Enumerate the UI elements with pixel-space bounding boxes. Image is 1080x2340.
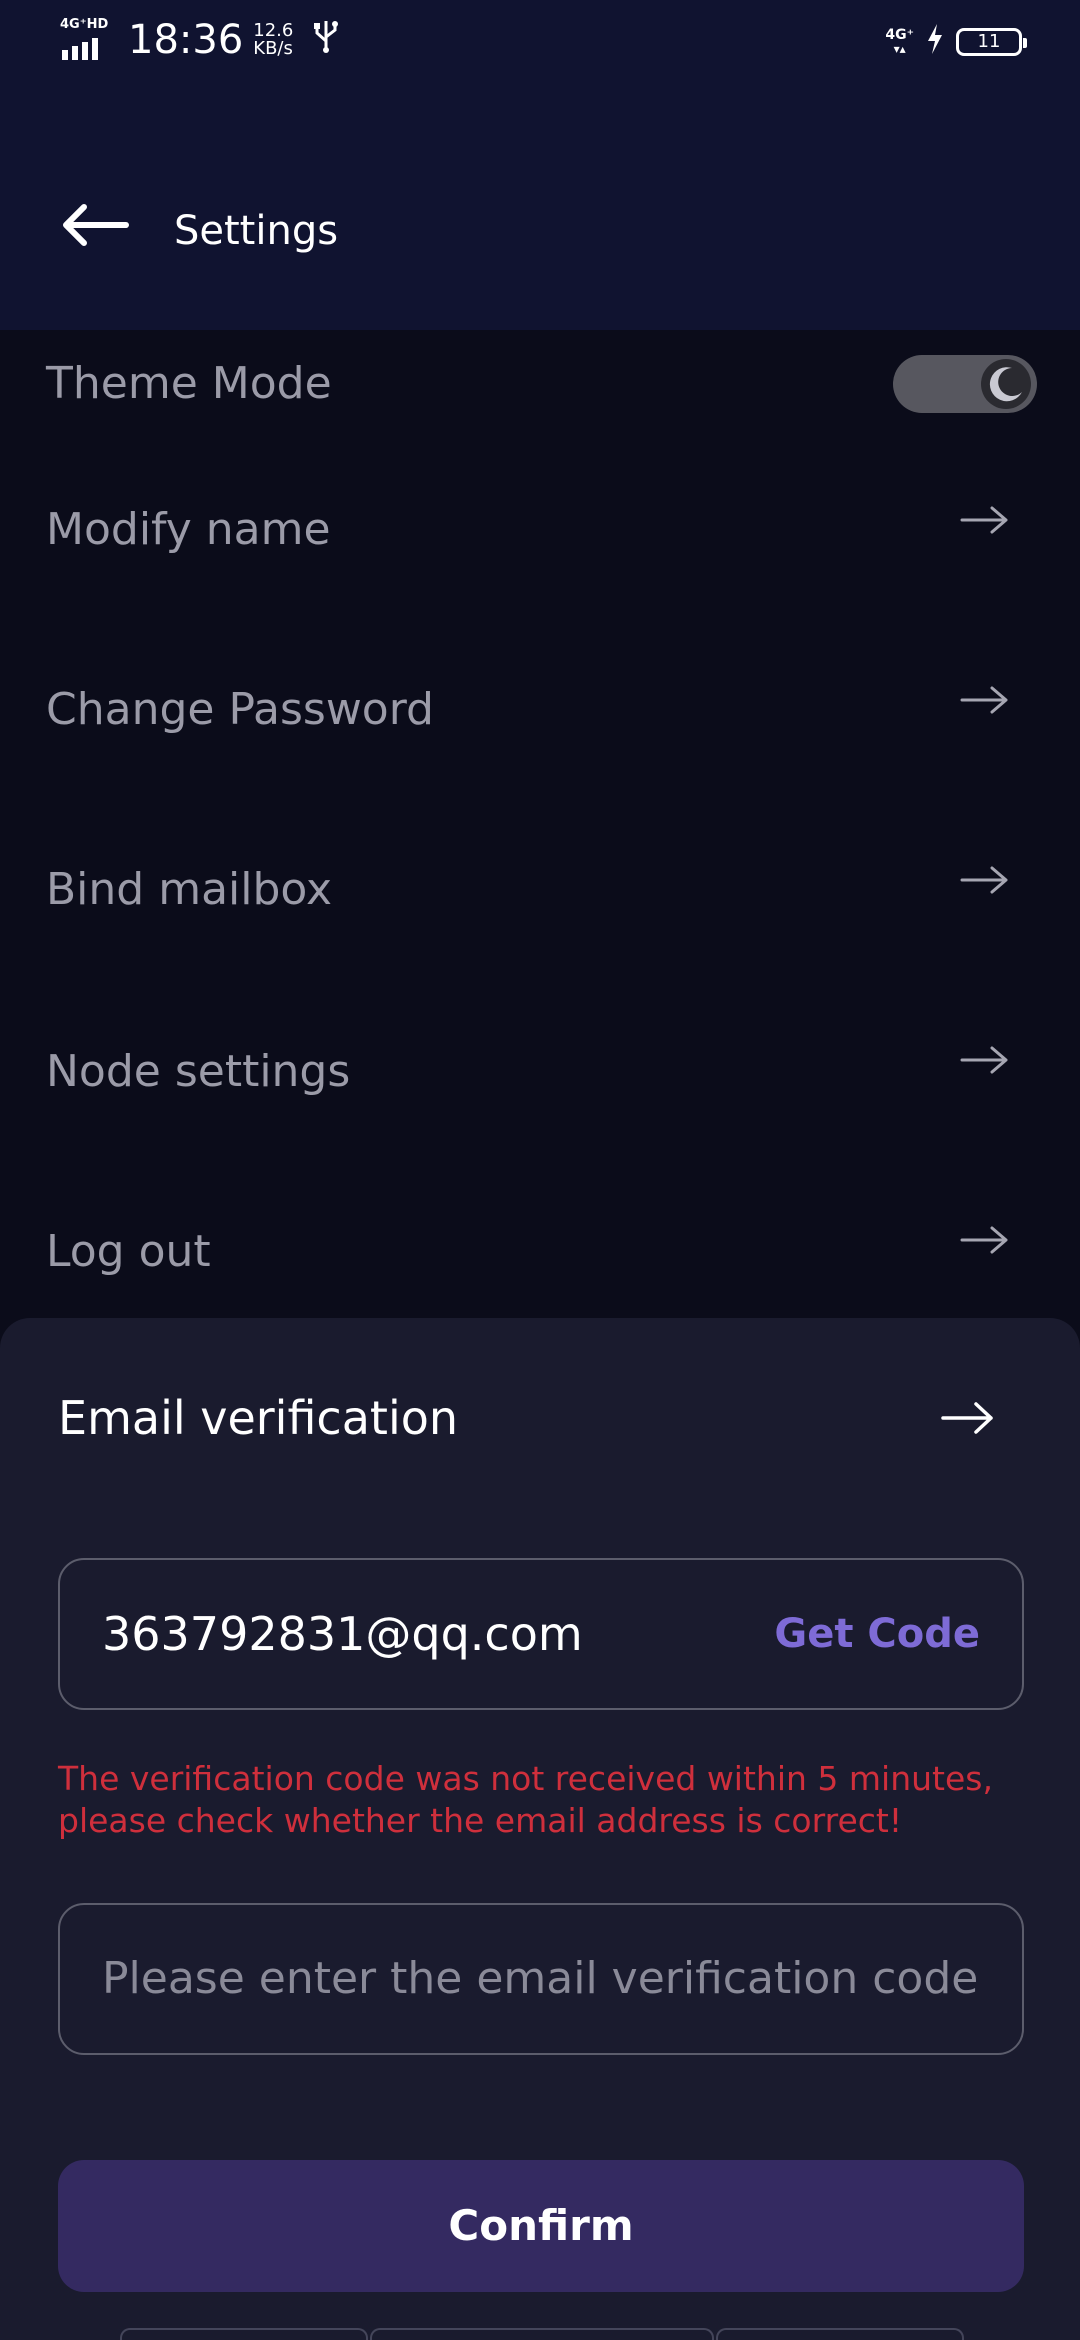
email-input[interactable]: [102, 1604, 742, 1664]
theme-mode-row: Theme Mode: [0, 330, 1080, 440]
battery-icon: 11: [956, 28, 1027, 56]
theme-mode-label: Theme Mode: [46, 358, 332, 409]
get-code-button[interactable]: Get Code: [774, 1604, 980, 1664]
status-right: 4G⁺ ▾▴ 11: [885, 24, 1027, 60]
sheet-title: Email verification: [58, 1391, 459, 1445]
settings-item-log-out[interactable]: Log out: [0, 1160, 1080, 1340]
theme-mode-toggle[interactable]: [893, 355, 1037, 413]
arrow-right-icon[interactable]: [940, 1400, 996, 1436]
arrow-right-icon: [960, 506, 1008, 534]
settings-item-label: Bind mailbox: [46, 864, 333, 915]
speed-unit: KB/s: [253, 38, 293, 59]
back-button[interactable]: [60, 200, 140, 260]
usb-icon: [313, 19, 339, 61]
moon-icon: [981, 359, 1031, 409]
settings-item-label: Modify name: [46, 504, 331, 555]
charging-icon: [926, 24, 944, 60]
verification-code-input[interactable]: [102, 1949, 982, 2009]
mobile-data-icon: 4G⁺ ▾▴: [885, 27, 914, 56]
status-bar: 4G⁺HD 18:36 12.6 KB/s 4G⁺ ▾▴ 11: [0, 0, 1080, 84]
network-speed: 12.6 KB/s: [253, 22, 293, 58]
error-message: The verification code was not received w…: [58, 1759, 993, 1840]
email-field: Get Code: [58, 1558, 1024, 1710]
app-header: Settings: [0, 170, 1080, 290]
battery-level: 11: [977, 31, 1001, 52]
settings-item-change-password[interactable]: Change Password: [0, 620, 1080, 800]
status-time: 18:36: [128, 17, 244, 63]
settings-item-modify-name[interactable]: Modify name: [0, 440, 1080, 620]
verification-code-field: [58, 1903, 1024, 2055]
arrow-left-icon: [63, 204, 129, 246]
settings-item-node-settings[interactable]: Node settings: [0, 980, 1080, 1160]
status-left: 4G⁺HD 18:36 12.6 KB/s: [60, 18, 339, 62]
settings-item-bind-mailbox[interactable]: Bind mailbox: [0, 800, 1080, 980]
email-verification-sheet: Email verification Get Code The verifica…: [0, 1318, 1080, 2340]
keyboard-edge: [716, 2328, 964, 2340]
keyboard-edge: [370, 2328, 714, 2340]
settings-item-label: Node settings: [46, 1046, 351, 1097]
screen: 4G⁺HD 18:36 12.6 KB/s 4G⁺ ▾▴ 11 Settings…: [0, 0, 1080, 2340]
cellular-signal-icon: 4G⁺HD: [60, 18, 116, 62]
arrow-right-icon: [960, 1226, 1008, 1254]
right-network-label: 4G⁺: [885, 27, 914, 43]
arrow-right-icon: [960, 866, 1008, 894]
top-bar: 4G⁺HD 18:36 12.6 KB/s 4G⁺ ▾▴ 11 Settings: [0, 0, 1080, 330]
network-label: 4G⁺HD: [60, 17, 109, 32]
confirm-button[interactable]: Confirm: [58, 2160, 1024, 2292]
page-title: Settings: [174, 208, 339, 254]
arrow-right-icon: [960, 1046, 1008, 1074]
settings-item-label: Log out: [46, 1226, 211, 1277]
arrow-right-icon: [960, 686, 1008, 714]
keyboard-edge: [120, 2328, 368, 2340]
settings-item-label: Change Password: [46, 684, 434, 735]
